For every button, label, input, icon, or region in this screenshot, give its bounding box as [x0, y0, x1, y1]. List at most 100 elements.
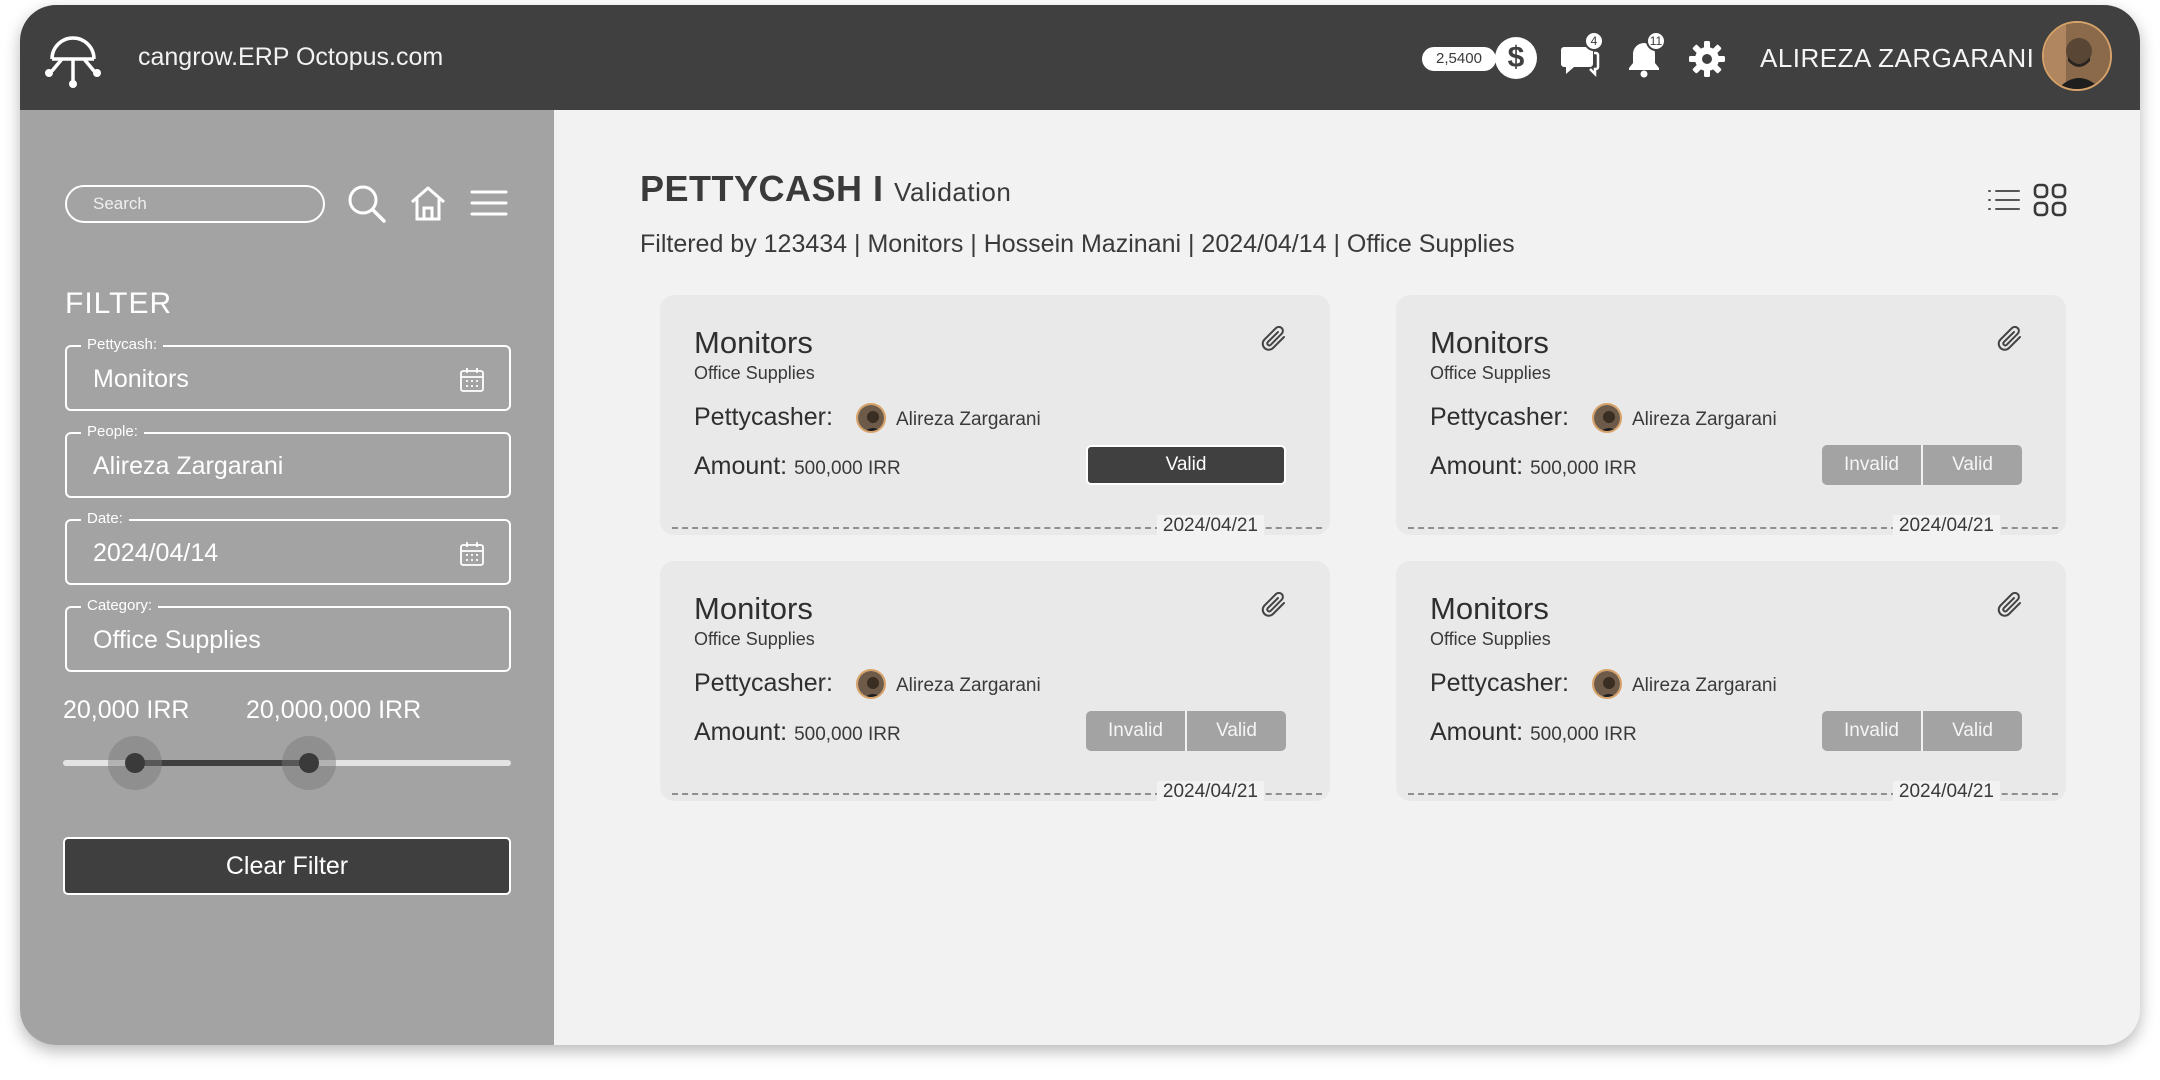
- amount-label: Amount:: [1430, 452, 1524, 480]
- pettycasher-label: Pettycasher:: [694, 403, 833, 431]
- card-category: Office Supplies: [1430, 363, 1551, 383]
- card-date: 2024/04/21: [1892, 515, 2000, 537]
- filter-sidebar: Search FILTER Pettycash: Monitors People…: [20, 110, 554, 1045]
- messages-button[interactable]: 4: [1560, 31, 1604, 79]
- clear-filter-button[interactable]: Clear Filter: [63, 837, 511, 895]
- field-value: Office Supplies: [93, 626, 261, 654]
- pettycasher-avatar: [1592, 403, 1622, 433]
- credit-balance: 2,5400: [1422, 47, 1496, 71]
- range-max-label: 20,000,000 IRR: [246, 696, 422, 724]
- amount-row: Amount: 500,000 IRR: [1430, 452, 1637, 481]
- calendar-icon[interactable]: [459, 367, 485, 393]
- pettycasher-label: Pettycasher:: [1430, 403, 1569, 431]
- grid-view-icon[interactable]: [2032, 182, 2068, 218]
- field-value: 2024/04/14: [93, 539, 219, 567]
- pettycash-card[interactable]: Monitors Office Supplies Pettycasher: Al…: [660, 561, 1330, 803]
- avatar-photo: [858, 405, 884, 431]
- amount-value: 500,000 IRR: [794, 724, 901, 745]
- pettycash-card[interactable]: Monitors Office Supplies Pettycasher: Al…: [660, 295, 1330, 537]
- validation-buttons: Invalid Valid: [1822, 711, 2022, 751]
- amount-value: 500,000 IRR: [1530, 458, 1637, 479]
- paperclip-icon[interactable]: [1258, 589, 1290, 621]
- field-label: People:: [81, 423, 144, 440]
- gear-icon[interactable]: [1687, 39, 1727, 79]
- page-title-text: PETTYCASH I: [640, 168, 884, 209]
- people-field[interactable]: People: Alireza Zargarani: [65, 423, 511, 498]
- pettycasher-name: Alireza Zargarani: [1632, 675, 1777, 696]
- range-min-label: 20,000 IRR: [63, 696, 190, 724]
- field-value: Alireza Zargarani: [93, 452, 284, 480]
- paperclip-icon[interactable]: [1994, 589, 2026, 621]
- card-title: Monitors: [694, 591, 813, 626]
- card-category: Office Supplies: [1430, 629, 1551, 649]
- calendar-icon[interactable]: [459, 541, 485, 567]
- notifications-button[interactable]: 11: [1624, 31, 1666, 79]
- pettycasher-avatar: [1592, 669, 1622, 699]
- pettycasher-name: Alireza Zargarani: [896, 409, 1041, 430]
- category-field[interactable]: Category: Office Supplies: [65, 597, 511, 672]
- filter-title: FILTER: [65, 287, 173, 320]
- list-view-icon[interactable]: [1986, 182, 2022, 218]
- user-name[interactable]: ALIREZA ZARGARANI: [1760, 43, 2034, 74]
- amount-range-slider[interactable]: [63, 736, 511, 790]
- avatar-photo: [1594, 405, 1620, 431]
- invalid-button[interactable]: Invalid: [1822, 445, 1923, 485]
- app-window: cangrow.ERP Octopus.com 2,5400 $ 4 11 AL…: [20, 5, 2140, 1045]
- pettycash-card[interactable]: Monitors Office Supplies Pettycasher: Al…: [1396, 295, 2066, 537]
- validation-buttons: Invalid Valid: [1086, 711, 1286, 751]
- avatar-photo: [858, 671, 884, 697]
- card-title: Monitors: [1430, 591, 1549, 626]
- pettycasher-name: Alireza Zargarani: [1632, 409, 1777, 430]
- field-value: Monitors: [93, 365, 189, 393]
- amount-label: Amount:: [1430, 718, 1524, 746]
- date-field[interactable]: Date: 2024/04/14: [65, 510, 511, 585]
- amount-value: 500,000 IRR: [794, 458, 901, 479]
- invalid-button[interactable]: Invalid: [1086, 711, 1187, 751]
- menu-icon[interactable]: [468, 182, 510, 224]
- card-date: 2024/04/21: [1156, 515, 1264, 537]
- amount-label: Amount:: [694, 718, 788, 746]
- messages-count-badge: 4: [1584, 31, 1604, 51]
- page-title: PETTYCASH I Validation: [640, 168, 1011, 210]
- valid-button[interactable]: Valid: [1923, 711, 2022, 751]
- valid-button[interactable]: Valid: [1086, 445, 1286, 485]
- main-content: PETTYCASH I Validation Filtered by 12343…: [554, 110, 2140, 1045]
- pettycasher-avatar: [856, 403, 886, 433]
- filter-summary: Filtered by 123434 | Monitors | Hossein …: [640, 230, 1515, 258]
- paperclip-icon[interactable]: [1258, 323, 1290, 355]
- card-category: Office Supplies: [694, 629, 815, 649]
- amount-row: Amount: 500,000 IRR: [694, 452, 901, 481]
- pettycash-field[interactable]: Pettycash: Monitors: [65, 336, 511, 411]
- octopus-logo-icon[interactable]: [38, 23, 108, 93]
- card-title: Monitors: [694, 325, 813, 360]
- field-label: Category:: [81, 597, 159, 614]
- card-date: 2024/04/21: [1892, 781, 2000, 803]
- field-label: Pettycash:: [81, 336, 164, 353]
- home-icon[interactable]: [407, 182, 449, 224]
- pettycasher-name: Alireza Zargarani: [896, 675, 1041, 696]
- user-avatar[interactable]: [2042, 21, 2112, 91]
- valid-button[interactable]: Valid: [1923, 445, 2022, 485]
- validation-buttons: Invalid Valid: [1822, 445, 2022, 485]
- pettycasher-label: Pettycasher:: [694, 669, 833, 697]
- amount-row: Amount: 500,000 IRR: [1430, 718, 1637, 747]
- range-thumb-max[interactable]: [282, 736, 337, 790]
- pettycasher-avatar: [856, 669, 886, 699]
- search-icon[interactable]: [345, 182, 387, 224]
- app-title: cangrow.ERP Octopus.com: [138, 43, 444, 71]
- page-subtitle: Validation: [894, 177, 1012, 207]
- dollar-icon[interactable]: $: [1495, 37, 1537, 79]
- pettycash-card[interactable]: Monitors Office Supplies Pettycasher: Al…: [1396, 561, 2066, 803]
- pettycasher-label: Pettycasher:: [1430, 669, 1569, 697]
- search-input[interactable]: Search: [65, 185, 325, 223]
- top-bar: cangrow.ERP Octopus.com 2,5400 $ 4 11 AL…: [20, 5, 2140, 110]
- amount-row: Amount: 500,000 IRR: [694, 718, 901, 747]
- range-thumb-min[interactable]: [107, 736, 162, 790]
- valid-button[interactable]: Valid: [1187, 711, 1286, 751]
- paperclip-icon[interactable]: [1994, 323, 2026, 355]
- card-category: Office Supplies: [694, 363, 815, 383]
- card-date: 2024/04/21: [1156, 781, 1264, 803]
- amount-value: 500,000 IRR: [1530, 724, 1637, 745]
- invalid-button[interactable]: Invalid: [1822, 711, 1923, 751]
- field-label: Date:: [81, 510, 129, 527]
